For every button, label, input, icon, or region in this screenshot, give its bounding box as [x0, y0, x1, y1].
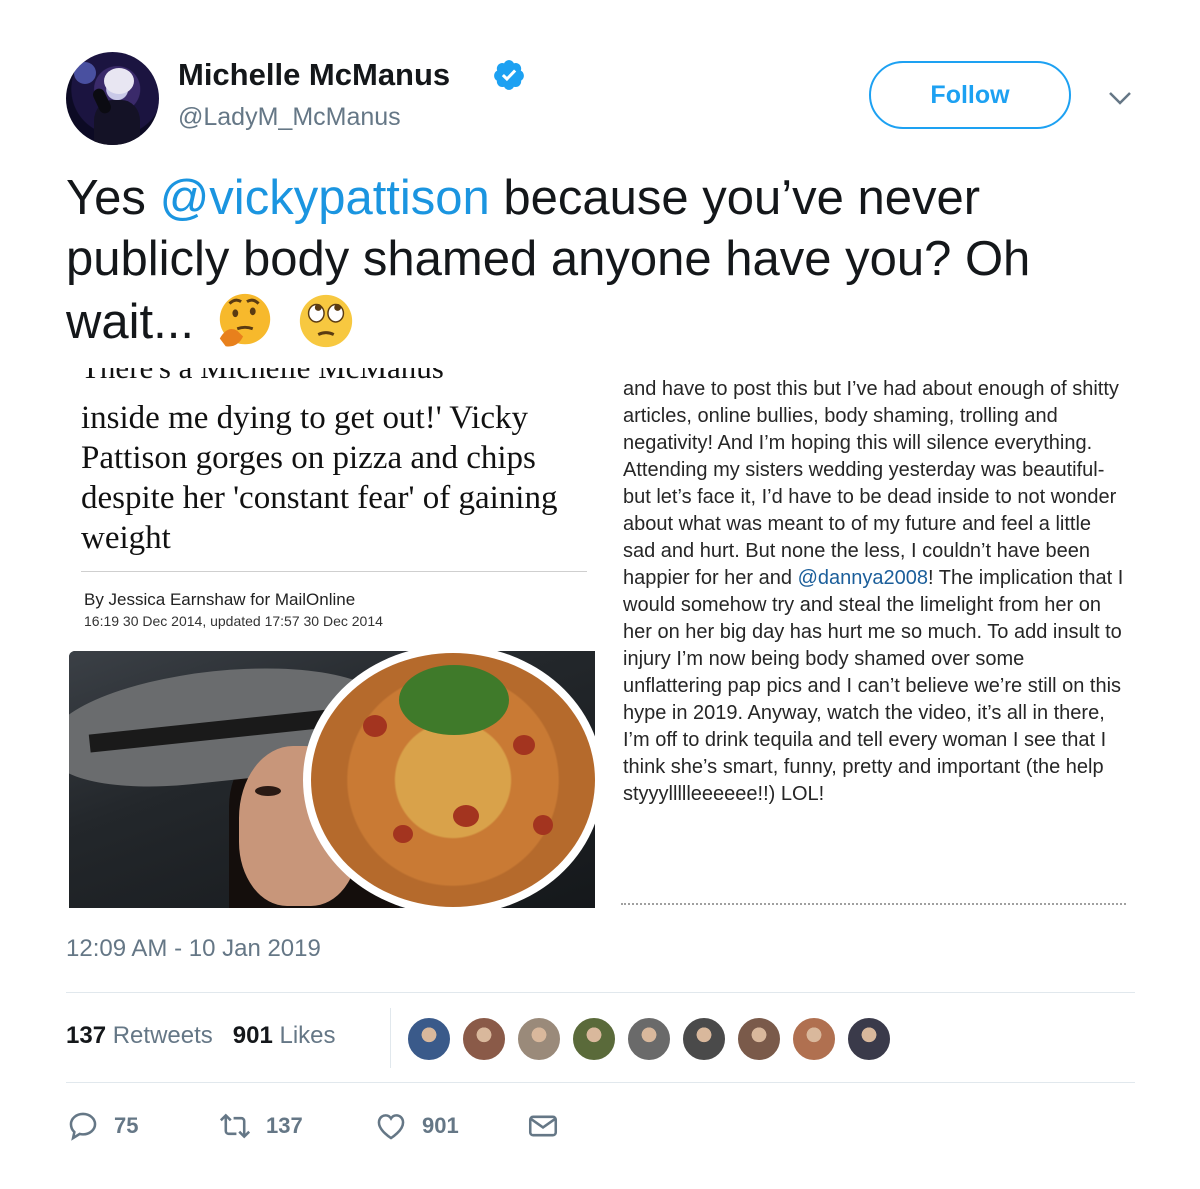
- liker-avatar[interactable]: [681, 1016, 727, 1062]
- verified-badge-icon: [494, 60, 524, 90]
- liker-avatar[interactable]: [791, 1016, 837, 1062]
- divider: [66, 1082, 1135, 1083]
- likes-count: 901: [232, 1022, 273, 1049]
- tweet-media[interactable]: There's a Michelle McManus inside me dyi…: [67, 368, 1133, 908]
- pizza-image: [303, 651, 595, 908]
- tweet-stats: 137 Retweets 901 Likes: [66, 1022, 336, 1050]
- divider: [66, 992, 1135, 993]
- caption-paragraph: and have to post this but I’ve had about…: [623, 378, 1119, 454]
- direct-message-button[interactable]: [526, 1108, 560, 1144]
- reply-count: 75: [114, 1113, 139, 1138]
- article-title: inside me dying to get out!' Vicky Patti…: [81, 400, 558, 556]
- heart-icon: [377, 1114, 405, 1140]
- reply-button[interactable]: 75: [66, 1108, 138, 1144]
- caption-screenshot: and have to post this but I’ve had about…: [621, 368, 1133, 908]
- article-divider: [81, 571, 587, 572]
- caption-text-b: ! The implication that I would somehow t…: [623, 567, 1124, 805]
- retweet-button[interactable]: 137: [218, 1108, 303, 1144]
- reply-icon: [69, 1112, 97, 1141]
- mention-link[interactable]: @vickypattison: [160, 171, 490, 225]
- article-timestamp: 16:19 30 Dec 2014, updated 17:57 30 Dec …: [84, 613, 383, 629]
- like-count: 901: [422, 1113, 459, 1138]
- liker-avatar[interactable]: [846, 1016, 892, 1062]
- likes-stat[interactable]: 901 Likes: [233, 1022, 336, 1049]
- envelope-icon: [528, 1115, 558, 1137]
- tweet-text: Yes @vickypattison because you’ve never …: [66, 168, 1156, 353]
- article-byline: By Jessica Earnshaw for MailOnline: [84, 590, 356, 609]
- retweet-icon: [219, 1113, 251, 1139]
- liker-avatar[interactable]: [461, 1016, 507, 1062]
- tweet-text-start: Yes: [66, 171, 160, 225]
- caption-paragraph: Attending my sisters wedding yesterday w…: [623, 457, 1128, 808]
- caption-text: and have to post this but I’ve had about…: [623, 376, 1128, 808]
- stats-separator: [390, 1008, 391, 1068]
- face-with-rolling-eyes-emoji-icon: [300, 294, 353, 348]
- liker-avatar[interactable]: [516, 1016, 562, 1062]
- liker-avatar[interactable]: [406, 1016, 452, 1062]
- retweets-label: Retweets: [112, 1022, 213, 1049]
- likes-label: Likes: [279, 1022, 336, 1049]
- avatar[interactable]: [66, 52, 159, 145]
- retweets-stat[interactable]: 137 Retweets: [66, 1022, 213, 1049]
- liker-avatar[interactable]: [736, 1016, 782, 1062]
- follow-button[interactable]: Follow: [869, 61, 1071, 129]
- retweets-count: 137: [66, 1022, 107, 1049]
- user-handle[interactable]: @LadyM_McManus: [178, 103, 401, 132]
- retweet-count: 137: [266, 1113, 303, 1138]
- tweet-timestamp[interactable]: 12:09 AM - 10 Jan 2019: [66, 935, 321, 963]
- liker-avatar[interactable]: [626, 1016, 672, 1062]
- article-cut-title: There's a Michelle McManus: [81, 368, 444, 386]
- liker-avatar[interactable]: [571, 1016, 617, 1062]
- article-screenshot: There's a Michelle McManus inside me dyi…: [67, 368, 597, 908]
- caption-mention: @dannya2008: [797, 567, 928, 589]
- like-button[interactable]: 901: [374, 1108, 459, 1144]
- article-photo: [69, 651, 595, 908]
- display-name[interactable]: Michelle McManus: [178, 57, 450, 93]
- thinking-face-emoji-icon: [219, 293, 270, 347]
- chevron-down-icon[interactable]: [1108, 90, 1132, 106]
